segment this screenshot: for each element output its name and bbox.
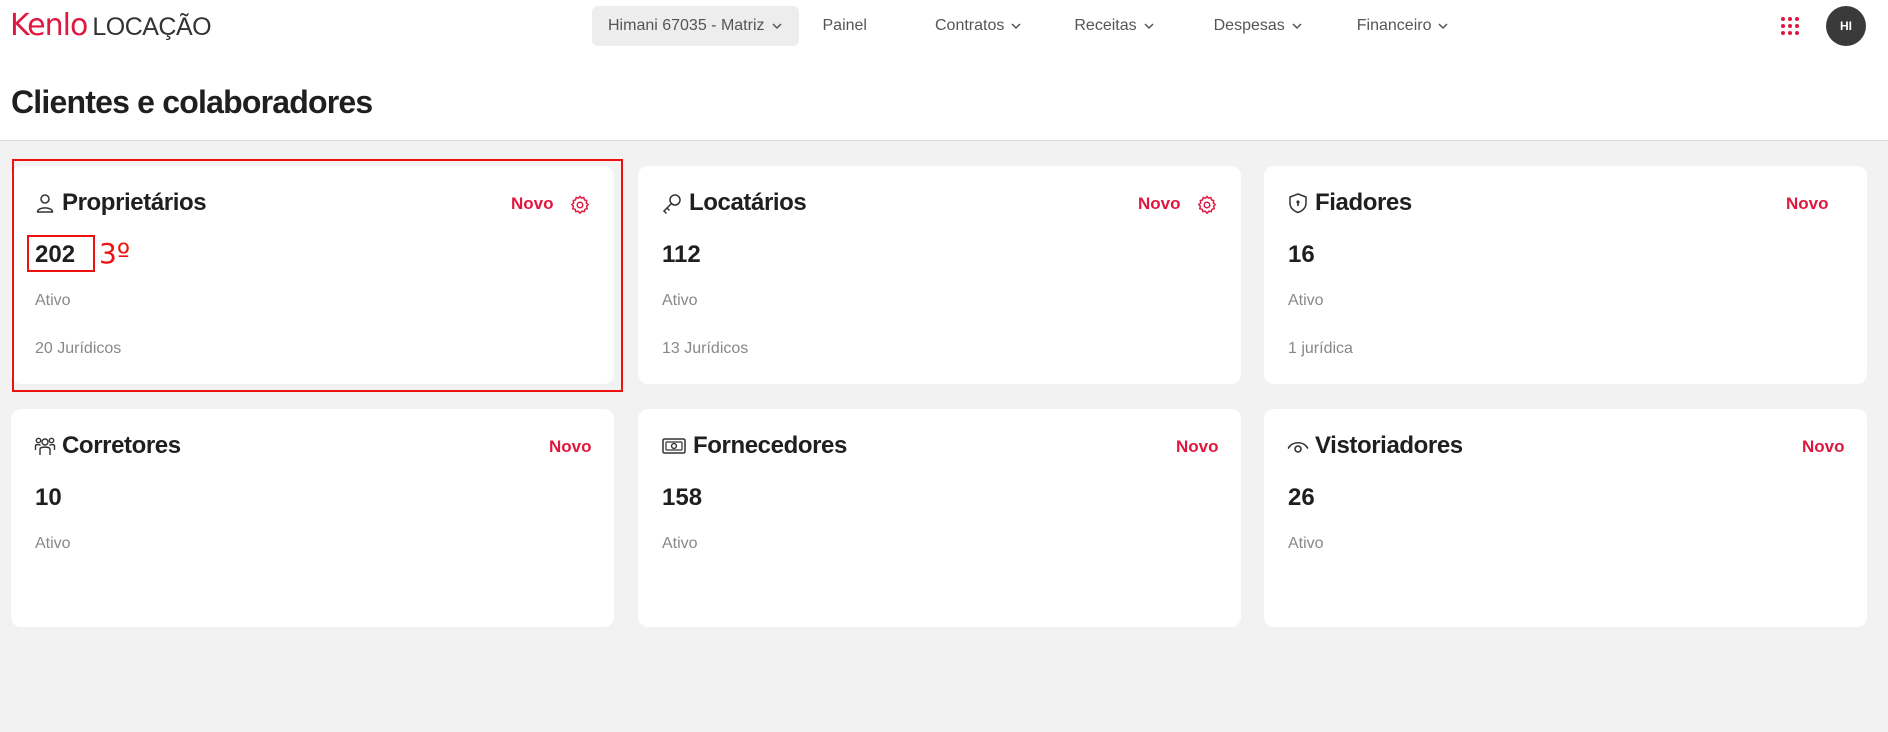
nav-item-despesas[interactable]: Despesas [1214, 6, 1303, 46]
card-fornecedores[interactable]: Fornecedores Novo 158 Ativo [638, 409, 1241, 627]
nav-item-contratos[interactable]: Contratos [935, 6, 1022, 46]
card-count: 202 [35, 241, 76, 268]
chevron-down-icon [771, 23, 782, 30]
card-count: 158 [662, 484, 703, 511]
card-status: Ativo [1288, 292, 1324, 309]
card-proprietarios[interactable]: Proprietários Novo 202 Ativo 20 Jurídico… [11, 166, 614, 384]
new-fornecedor-button[interactable]: Novo [1176, 437, 1219, 457]
nav-item-painel[interactable]: Painel [823, 6, 867, 46]
card-status: Ativo [662, 292, 698, 309]
chevron-down-icon [1438, 23, 1448, 30]
card-header: Fornecedores [661, 432, 847, 460]
user-avatar[interactable]: HI [1826, 6, 1866, 46]
new-fiador-button[interactable]: Novo [1786, 194, 1829, 214]
card-count: 16 [1288, 241, 1315, 268]
page-header: Clientes e colaboradores [0, 52, 1888, 141]
card-juridicos: 13 Jurídicos [662, 340, 749, 357]
card-title: Corretores [62, 432, 181, 459]
card-header: Locatários [661, 189, 807, 217]
nav-item-financeiro[interactable]: Financeiro [1357, 6, 1450, 46]
annotation-label: 3º [99, 237, 131, 270]
card-locatarios[interactable]: Locatários Novo 112 Ativo 13 Jurídicos [638, 166, 1241, 384]
page-title: Clientes e colaboradores [11, 84, 373, 120]
card-count: 10 [35, 484, 62, 511]
nav-item-receitas[interactable]: Receitas [1074, 6, 1154, 46]
gear-icon[interactable] [1196, 194, 1218, 216]
card-juridicos: 1 jurídica [1288, 340, 1353, 357]
nav-item-label: Contratos [934, 17, 1005, 34]
card-header: Fiadores [1287, 189, 1412, 217]
company-selector[interactable]: Himani 67035 - Matriz [592, 6, 799, 46]
card-title: Fiadores [1315, 189, 1412, 216]
group-icon [34, 437, 56, 455]
nav-item-label: Despesas [1213, 17, 1285, 34]
card-header: Vistoriadores [1287, 432, 1463, 460]
new-corretor-button[interactable]: Novo [549, 437, 592, 457]
card-fiadores[interactable]: Fiadores Novo 16 Ativo 1 jurídica [1264, 166, 1867, 384]
card-corretores[interactable]: Corretores Novo 10 Ativo [11, 409, 614, 627]
top-bar: Kenlo LOCAÇÃO Himani 67035 - Matriz Pain… [0, 0, 1888, 52]
card-status: Ativo [35, 292, 71, 309]
main-nav: Himani 67035 - Matriz Painel Contratos R… [592, 6, 1449, 46]
card-juridicos: 20 Jurídicos [35, 340, 122, 357]
logo-brand: Kenlo [10, 8, 88, 43]
card-count: 112 [662, 241, 701, 268]
card-count: 26 [1288, 484, 1315, 511]
nav-item-label: Painel [822, 17, 867, 34]
new-proprietario-button[interactable]: Novo [511, 194, 554, 214]
card-title: Proprietários [62, 189, 207, 216]
eye-icon [1287, 441, 1309, 453]
nav-item-label: Financeiro [1356, 17, 1432, 34]
card-header: Corretores [34, 432, 181, 460]
chevron-down-icon [1011, 23, 1021, 30]
chevron-down-icon [1292, 23, 1302, 30]
kenlo-logo[interactable]: Kenlo LOCAÇÃO [10, 8, 212, 43]
card-status: Ativo [35, 535, 71, 552]
card-status: Ativo [662, 535, 698, 552]
gear-icon[interactable] [569, 194, 591, 216]
company-selector-label: Himani 67035 - Matriz [608, 17, 765, 34]
new-vistoriador-button[interactable]: Novo [1802, 437, 1845, 457]
shield-icon [1289, 193, 1307, 214]
card-title: Fornecedores [693, 432, 847, 459]
card-title: Vistoriadores [1315, 432, 1463, 459]
card-vistoriadores[interactable]: Vistoriadores Novo 26 Ativo [1264, 409, 1867, 627]
card-header: Proprietários [34, 189, 207, 217]
logo-product: LOCAÇÃO [92, 13, 212, 41]
new-locatario-button[interactable]: Novo [1138, 194, 1181, 214]
money-icon [662, 438, 686, 454]
chevron-down-icon [1144, 23, 1154, 30]
apps-grid-icon[interactable] [1780, 16, 1800, 36]
card-title: Locatários [689, 189, 807, 216]
user-icon [36, 194, 54, 213]
nav-item-label: Receitas [1074, 17, 1137, 34]
card-status: Ativo [1288, 535, 1324, 552]
key-icon [662, 194, 681, 214]
